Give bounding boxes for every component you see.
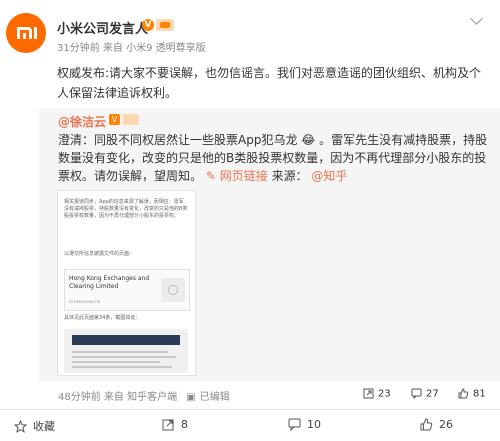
like-count-value: 81 bbox=[473, 388, 486, 400]
star-icon bbox=[14, 419, 27, 433]
laughing-emoji-icon: 😂 bbox=[301, 133, 316, 147]
like-button[interactable]: 26 bbox=[420, 418, 453, 431]
source-link[interactable]: @知乎 bbox=[311, 169, 347, 183]
link-card-title: Hong Kong Exchanges and Clearing Limited bbox=[69, 275, 150, 290]
comment-icon bbox=[288, 418, 301, 431]
thumb-query: 以港交所信息披露文件的页面： bbox=[64, 251, 135, 257]
repost-text-part1: 澄清：同股不同权居然让一些股票App犯乌龙 bbox=[58, 133, 298, 147]
member-level-icon bbox=[123, 114, 139, 125]
weibo-post-card: 小米公司发言人 V 31分钟前 来自 小米9 透明尊享版 权威发布:请大家不要误… bbox=[0, 0, 500, 441]
edit-icon: ▣ bbox=[186, 391, 196, 403]
thumbs-up-icon bbox=[420, 418, 433, 431]
comment-count[interactable]: 27 bbox=[411, 388, 439, 400]
post-meta: 31分钟前 来自 小米9 透明尊享版 bbox=[57, 43, 206, 54]
repost-meta: 48分钟前 来自 知乎客户端 ▣ 已编辑 bbox=[58, 388, 230, 404]
repost-count[interactable]: 23 bbox=[363, 388, 391, 400]
member-level-icon bbox=[156, 19, 174, 31]
comment-action-count: 10 bbox=[307, 418, 321, 431]
repost-meta-time: 48分钟前 来自 知乎客户端 bbox=[58, 392, 178, 403]
comment-count-value: 27 bbox=[426, 388, 439, 400]
share-icon bbox=[363, 388, 374, 399]
mi-logo-icon bbox=[17, 27, 37, 39]
comment-icon bbox=[411, 388, 422, 399]
link-card-url: m.hkexnews.hk bbox=[69, 299, 101, 304]
comment-button[interactable]: 10 bbox=[288, 418, 321, 431]
link-icon: ✎ bbox=[205, 169, 216, 183]
avatar[interactable] bbox=[6, 13, 46, 53]
post-text: 权威发布:请大家不要误解，也勿信谣言。我们对恶意造谣的团伙组织、机构及个人保留法… bbox=[57, 66, 482, 100]
chevron-down-icon[interactable] bbox=[470, 12, 483, 25]
source-label: 来源： bbox=[271, 169, 308, 183]
like-count[interactable]: 81 bbox=[458, 388, 486, 400]
share-icon bbox=[162, 419, 174, 431]
repost-count-value: 23 bbox=[378, 388, 391, 400]
collect-label: 收藏 bbox=[33, 420, 55, 433]
thumbs-up-icon bbox=[458, 388, 469, 399]
verified-badge-icon: V bbox=[109, 114, 120, 125]
verified-badge-icon: V bbox=[142, 19, 154, 31]
like-action-count: 26 bbox=[439, 418, 453, 431]
thumb-intro: 相关报道同步，App的信息来源了解误，而相应：雷军没有减持股票，持股数量没有变化… bbox=[64, 199, 188, 219]
document-screenshot bbox=[64, 329, 188, 373]
edited-label[interactable]: 已编辑 bbox=[200, 392, 230, 403]
thumb-page-note: 具体见此页面第34条，截图如此： bbox=[64, 315, 141, 321]
repost-text: 澄清：同股不同权居然让一些股票App犯乌龙 😂 。雷军先生没有减持股票，持股数量… bbox=[58, 131, 488, 185]
link-preview-icon bbox=[161, 278, 185, 302]
repost-action-count: 8 bbox=[181, 418, 188, 431]
article-thumbnail[interactable]: 相关报道同步，App的信息来源了解误，而相应：雷军没有减持股票，持股数量没有变化… bbox=[57, 190, 196, 376]
repost-button[interactable]: 8 bbox=[162, 418, 188, 431]
action-bar: 收藏 8 10 26 bbox=[0, 410, 500, 441]
link-card[interactable]: Hong Kong Exchanges and Clearing Limited… bbox=[64, 269, 190, 311]
repost-author[interactable]: @徐洁云 bbox=[58, 113, 106, 130]
collect-button[interactable]: 收藏 bbox=[14, 418, 55, 434]
author-name[interactable]: 小米公司发言人 bbox=[57, 18, 148, 37]
web-link[interactable]: 网页链接 bbox=[220, 169, 268, 183]
